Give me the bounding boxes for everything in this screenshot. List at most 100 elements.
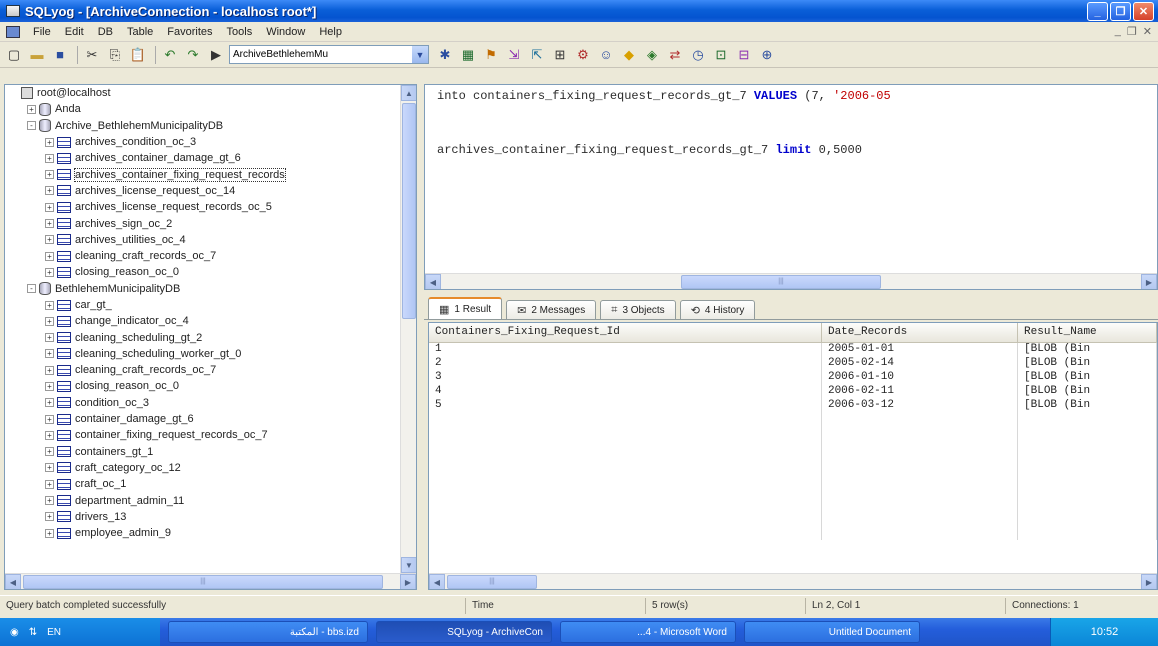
scroll-thumb[interactable]: |||	[23, 575, 383, 589]
scroll-down-icon[interactable]: ▼	[401, 557, 416, 573]
expand-icon[interactable]: +	[45, 479, 54, 489]
schema-icon[interactable]: ⊞	[550, 45, 570, 65]
export-icon[interactable]: ⇲	[504, 45, 524, 65]
expand-icon[interactable]: +	[45, 528, 54, 538]
expand-icon[interactable]: +	[45, 316, 54, 326]
import-icon[interactable]: ⇱	[527, 45, 547, 65]
grid-cell[interactable]: 2005-01-01	[821, 342, 1019, 356]
tree-item[interactable]: + archives_utilities_oc_4	[5, 232, 402, 248]
database-select[interactable]: ArchiveBethlehemMu ▼	[229, 45, 429, 64]
expand-icon[interactable]: +	[45, 430, 54, 440]
scroll-thumb[interactable]: |||	[681, 275, 881, 289]
tree-item[interactable]: + employee_admin_9	[5, 525, 402, 541]
taskbar-item[interactable]: SQLyog - ArchiveCon	[376, 621, 552, 643]
tree-item[interactable]: + department_admin_11	[5, 492, 402, 508]
system-clock[interactable]: 10:52	[1050, 618, 1158, 646]
grid-cell[interactable]: [BLOB (Bin	[1017, 342, 1157, 356]
scroll-left-icon[interactable]: ◀	[5, 574, 21, 589]
tree-item[interactable]: - BethlehemMunicipalityDB	[5, 281, 402, 297]
menu-window[interactable]: Window	[259, 26, 312, 38]
tree-item[interactable]: + closing_reason_oc_0	[5, 378, 402, 394]
query-builder-icon[interactable]: ⚙	[573, 45, 593, 65]
scroll-right-icon[interactable]: ▶	[1141, 574, 1157, 589]
expand-icon[interactable]: +	[45, 235, 54, 245]
scroll-left-icon[interactable]: ◀	[425, 274, 441, 289]
tree-item[interactable]: + archives_license_request_records_oc_5	[5, 199, 402, 215]
grid-cell[interactable]: 2006-02-11	[821, 384, 1019, 398]
tree-item[interactable]: + cleaning_scheduling_worker_gt_0	[5, 346, 402, 362]
tree-item[interactable]: + container_damage_gt_6	[5, 411, 402, 427]
tree-item[interactable]: + cleaning_scheduling_gt_2	[5, 329, 402, 345]
menu-file[interactable]: File	[26, 26, 58, 38]
query-editor[interactable]: into containers_fixing_request_records_g…	[424, 84, 1158, 290]
tree-horizontal-scrollbar[interactable]: ◀ ||| ▶	[5, 573, 416, 589]
mdi-restore-button[interactable]: ❐	[1127, 25, 1137, 38]
table-row[interactable]: 4 2006-02-11 [BLOB (Bin	[429, 384, 1157, 398]
tree-item[interactable]: + closing_reason_oc_0	[5, 264, 402, 280]
collapse-icon[interactable]: -	[27, 121, 36, 131]
expand-icon[interactable]: +	[45, 267, 54, 277]
expand-icon[interactable]: +	[45, 219, 54, 229]
expand-icon[interactable]: +	[45, 300, 54, 310]
grid-cell[interactable]: 5	[429, 398, 822, 412]
menu-tools[interactable]: Tools	[220, 26, 260, 38]
expand-icon[interactable]: +	[45, 414, 54, 424]
tree-item[interactable]: + archives_container_damage_gt_6	[5, 150, 402, 166]
expand-icon[interactable]: +	[45, 398, 54, 408]
taskbar-item[interactable]: Untitled Document	[744, 621, 920, 643]
expand-icon[interactable]: +	[45, 365, 54, 375]
grid-cell[interactable]: 4	[429, 384, 822, 398]
backup-icon[interactable]: ◆	[619, 45, 639, 65]
expand-icon[interactable]: +	[45, 170, 54, 180]
help-icon[interactable]: ⊕	[757, 45, 777, 65]
new-file-icon[interactable]: ▢	[4, 45, 24, 65]
scroll-up-icon[interactable]: ▲	[401, 85, 416, 101]
grid-cell[interactable]: 2005-02-14	[821, 356, 1019, 370]
language-indicator[interactable]: EN	[47, 627, 61, 638]
tab-result[interactable]: ▦ 1 Result	[428, 297, 503, 319]
expand-icon[interactable]: +	[45, 333, 54, 343]
grid-cell[interactable]: 1	[429, 342, 822, 356]
object-browser[interactable]: root@localhost + Anda - Archive_BethlehemMun…	[4, 84, 417, 590]
maximize-button[interactable]: ❐	[1110, 2, 1131, 21]
grid-cell[interactable]: 2	[429, 356, 822, 370]
expand-icon[interactable]: +	[45, 153, 54, 163]
expand-icon[interactable]: +	[45, 186, 54, 196]
expand-icon[interactable]: +	[45, 349, 54, 359]
expand-icon[interactable]: +	[27, 104, 36, 114]
filter-icon[interactable]: ⚑	[481, 45, 501, 65]
column-header[interactable]: Containers_Fixing_Request_Id	[429, 323, 822, 343]
table-row[interactable]: 3 2006-01-10 [BLOB (Bin	[429, 370, 1157, 384]
tree-item[interactable]: + containers_gt_1	[5, 444, 402, 460]
grid-cell[interactable]: [BLOB (Bin	[1017, 384, 1157, 398]
tools-icon[interactable]: ⊟	[734, 45, 754, 65]
tree-item[interactable]: + cleaning_craft_records_oc_7	[5, 248, 402, 264]
scroll-right-icon[interactable]: ▶	[1141, 274, 1157, 289]
scroll-thumb[interactable]	[402, 103, 416, 319]
grid-cell[interactable]: [BLOB (Bin	[1017, 370, 1157, 384]
execute-icon[interactable]: ▶	[206, 45, 226, 65]
tree-item[interactable]: + change_indicator_oc_4	[5, 313, 402, 329]
tree-item[interactable]: + car_gt_	[5, 297, 402, 313]
expand-icon[interactable]: +	[45, 447, 54, 457]
chevron-down-icon[interactable]: ▼	[412, 46, 428, 63]
tree-item[interactable]: + archives_condition_oc_3	[5, 134, 402, 150]
notifications-icon[interactable]: ⊡	[711, 45, 731, 65]
menu-help[interactable]: Help	[312, 26, 349, 38]
expand-icon[interactable]: +	[45, 496, 54, 506]
table-row[interactable]: 5 2006-03-12 [BLOB (Bin	[429, 398, 1157, 412]
grid-cell[interactable]: 3	[429, 370, 822, 384]
table-row[interactable]: 1 2005-01-01 [BLOB (Bin	[429, 342, 1157, 356]
tree-item[interactable]: + archives_container_fixing_request_recor…	[5, 166, 402, 182]
speaker-icon[interactable]: ◉	[10, 627, 19, 638]
minimize-button[interactable]: _	[1087, 2, 1108, 21]
column-header[interactable]: Date_Records	[821, 323, 1019, 343]
expand-icon[interactable]: +	[45, 512, 54, 522]
scheduler-icon[interactable]: ◷	[688, 45, 708, 65]
tree-item[interactable]: + craft_category_oc_12	[5, 460, 402, 476]
tab-history[interactable]: ⟲ 4 History	[679, 300, 756, 319]
close-button[interactable]: ✕	[1133, 2, 1154, 21]
scroll-left-icon[interactable]: ◀	[429, 574, 445, 589]
paste-icon[interactable]: 📋	[128, 45, 148, 65]
tree-item[interactable]: + condition_oc_3	[5, 395, 402, 411]
